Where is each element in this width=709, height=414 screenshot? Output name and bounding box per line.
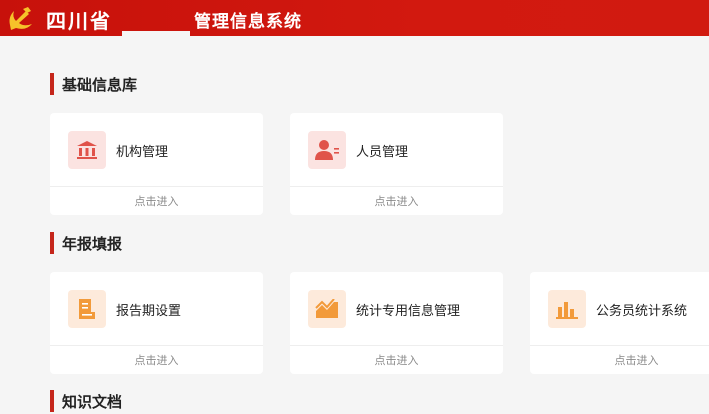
province-title: 四川省 — [46, 9, 112, 33]
card-report-period-settings[interactable]: 报告期设置 点击进入 — [50, 272, 263, 374]
report-icon — [68, 290, 106, 328]
card-label: 统计专用信息管理 — [356, 304, 461, 319]
enter-link[interactable]: 点击进入 — [50, 352, 263, 368]
system-title: 管理信息系统 — [194, 12, 302, 32]
enter-link[interactable]: 点击进入 — [530, 352, 709, 368]
card-label: 机构管理 — [116, 145, 169, 160]
section-title-text: 年报填报 — [62, 234, 123, 253]
card-statistics-info-management[interactable]: 统计专用信息管理 点击进入 — [290, 272, 503, 374]
bar-chart-icon — [548, 290, 586, 328]
top-header: 四川省 管理信息系统 — [0, 0, 709, 36]
card-body: 机构管理 — [50, 113, 263, 187]
section-title-basic-info: 基础信息库 — [50, 73, 137, 95]
section-title-annual-report: 年报填报 — [50, 232, 122, 254]
card-body: 统计专用信息管理 — [290, 272, 503, 346]
card-personnel-management[interactable]: 人员管理 点击进入 — [290, 113, 503, 215]
building-icon — [68, 131, 106, 169]
enter-link[interactable]: 点击进入 — [50, 193, 263, 209]
party-emblem-icon — [9, 7, 32, 30]
card-civil-servant-statistics[interactable]: 公务员统计系统 点击进入 — [530, 272, 709, 374]
person-icon — [308, 131, 346, 169]
section-accent-bar — [50, 232, 54, 254]
section-accent-bar — [50, 73, 54, 95]
enter-link[interactable]: 点击进入 — [290, 352, 503, 368]
card-label: 报告期设置 — [116, 304, 182, 319]
card-body: 人员管理 — [290, 113, 503, 187]
card-label: 公务员统计系统 — [596, 304, 688, 319]
card-label: 人员管理 — [356, 145, 409, 160]
card-body: 公务员统计系统 — [530, 272, 709, 346]
section-title-text: 知识文档 — [62, 392, 123, 411]
card-org-management[interactable]: 机构管理 点击进入 — [50, 113, 263, 215]
section-title-knowledge-docs: 知识文档 — [50, 390, 122, 412]
enter-link[interactable]: 点击进入 — [290, 193, 503, 209]
section-title-text: 基础信息库 — [62, 75, 138, 94]
section-accent-bar — [50, 390, 54, 412]
card-body: 报告期设置 — [50, 272, 263, 346]
trend-chart-icon — [308, 290, 346, 328]
header-divider — [122, 31, 190, 36]
